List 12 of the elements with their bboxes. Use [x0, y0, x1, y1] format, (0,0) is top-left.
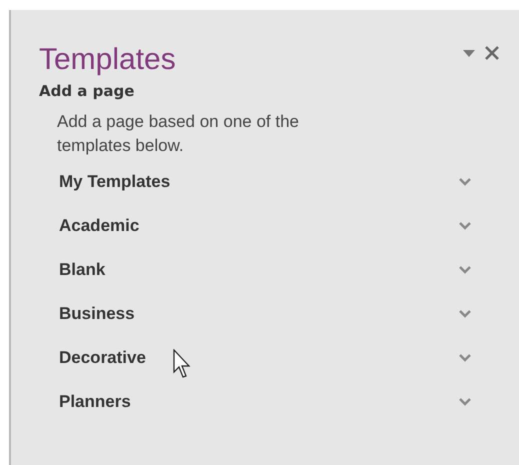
- dropdown-icon[interactable]: [463, 50, 475, 56]
- pane-title: Templates: [39, 42, 176, 78]
- category-item[interactable]: My Templates: [39, 160, 519, 204]
- description-text: Add a page based on one of the templates below.: [56, 111, 300, 157]
- category-item[interactable]: Decorative: [39, 336, 519, 380]
- category-item[interactable]: Planners: [39, 380, 519, 424]
- pointer-icon: [173, 349, 193, 379]
- close-icon[interactable]: [485, 46, 499, 60]
- category-item[interactable]: Academic: [39, 204, 519, 248]
- section-heading: Add a page: [39, 82, 136, 100]
- category-item[interactable]: Business: [39, 292, 519, 336]
- category-item[interactable]: Blank: [39, 248, 519, 292]
